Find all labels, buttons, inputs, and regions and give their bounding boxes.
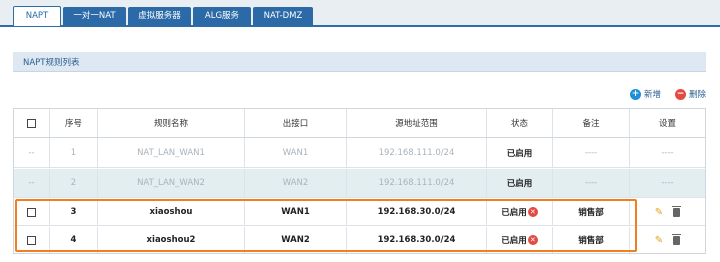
trash-icon[interactable]: [672, 205, 682, 217]
row-checkbox[interactable]: [27, 207, 36, 217]
column-header: 序号: [50, 109, 98, 137]
row-interface: WAN2: [245, 169, 347, 197]
tab-one-to-one-nat[interactable]: 一对一NAT: [63, 7, 126, 26]
row-select: [14, 199, 50, 225]
row-index: 1: [50, 138, 98, 167]
table-row: -- 2 NAT_LAN_WAN2 WAN2 192.168.111.0/24 …: [14, 169, 705, 198]
delete-label: 删除: [689, 90, 707, 100]
section-header: NAPT规则列表: [13, 52, 706, 72]
row-name: NAT_LAN_WAN2: [98, 169, 245, 197]
row-source: 192.168.111.0/24: [347, 169, 487, 197]
select-all-checkbox[interactable]: [27, 118, 36, 128]
pencil-icon[interactable]: ✎: [655, 235, 663, 246]
row-select: --: [14, 138, 50, 167]
row-name: xiaoshou: [98, 199, 245, 225]
row-checkbox[interactable]: [27, 235, 36, 245]
table-row: 3 xiaoshou WAN1 192.168.30.0/24 已启用 ✕ 销售…: [14, 199, 705, 226]
row-settings: ----: [661, 178, 674, 188]
row-source: 192.168.111.0/24: [347, 138, 487, 167]
row-interface: WAN2: [245, 227, 347, 253]
row-status: 已启用: [487, 169, 553, 197]
row-source: 192.168.30.0/24: [347, 227, 487, 253]
plus-circle-icon: +: [630, 88, 641, 100]
row-status-text: 已启用: [501, 208, 527, 218]
row-select: --: [14, 169, 50, 197]
row-note: 销售部: [553, 199, 630, 225]
row-interface: WAN1: [245, 138, 347, 167]
tab-napt[interactable]: NAPT: [13, 6, 61, 26]
add-button[interactable]: + 新增: [630, 88, 661, 100]
row-status: 已启用 ✕: [487, 199, 553, 225]
row-status: 已启用: [487, 138, 553, 167]
row-index: 4: [50, 227, 98, 253]
row-settings: ✎: [630, 199, 705, 225]
row-name: xiaoshou2: [98, 227, 245, 253]
minus-circle-icon: −: [675, 88, 686, 100]
row-note: 销售部: [553, 227, 630, 253]
row-interface: WAN1: [245, 199, 347, 225]
pencil-icon[interactable]: ✎: [655, 207, 663, 218]
row-name: NAT_LAN_WAN1: [98, 138, 245, 167]
table-row: 4 xiaoshou2 WAN2 192.168.30.0/24 已启用 ✕ 销…: [14, 227, 705, 253]
row-settings: ✎: [630, 227, 705, 253]
tab-alg[interactable]: ALG服务: [193, 7, 251, 26]
tab-nat-dmz[interactable]: NAT-DMZ: [253, 7, 313, 26]
row-select: [14, 227, 50, 253]
row-source: 192.168.30.0/24: [347, 199, 487, 225]
row-index: 2: [50, 169, 98, 197]
add-label: 新增: [644, 90, 662, 100]
row-status: 已启用 ✕: [487, 227, 553, 253]
column-header: 备注: [553, 109, 630, 137]
column-header: 出接口: [245, 109, 347, 137]
table-header-row: 序号 规则名称 出接口 源地址范围 状态 备注 设置: [14, 109, 705, 138]
row-settings: ----: [661, 147, 674, 158]
row-note: ----: [553, 169, 630, 197]
section-title: NAPT规则列表: [23, 58, 80, 68]
table-row: -- 1 NAT_LAN_WAN1 WAN1 192.168.111.0/24 …: [14, 138, 705, 168]
delete-button[interactable]: − 删除: [675, 88, 706, 100]
row-index: 3: [50, 199, 98, 225]
select-all-cell: [14, 109, 50, 137]
tab-virtual-server[interactable]: 虚拟服务器: [128, 7, 191, 26]
column-header: 源地址范围: [347, 109, 487, 137]
trash-icon[interactable]: [672, 233, 682, 245]
row-note: ----: [553, 138, 630, 167]
column-header: 规则名称: [98, 109, 245, 137]
row-status-text: 已启用: [501, 236, 527, 246]
column-header: 设置: [658, 119, 676, 129]
x-circle-icon[interactable]: ✕: [527, 207, 538, 217]
column-header: 状态: [487, 109, 553, 137]
x-circle-icon[interactable]: ✕: [527, 235, 538, 245]
napt-rule-table: 序号 规则名称 出接口 源地址范围 状态 备注 设置 -- 1 NAT_LAN_…: [13, 108, 706, 254]
